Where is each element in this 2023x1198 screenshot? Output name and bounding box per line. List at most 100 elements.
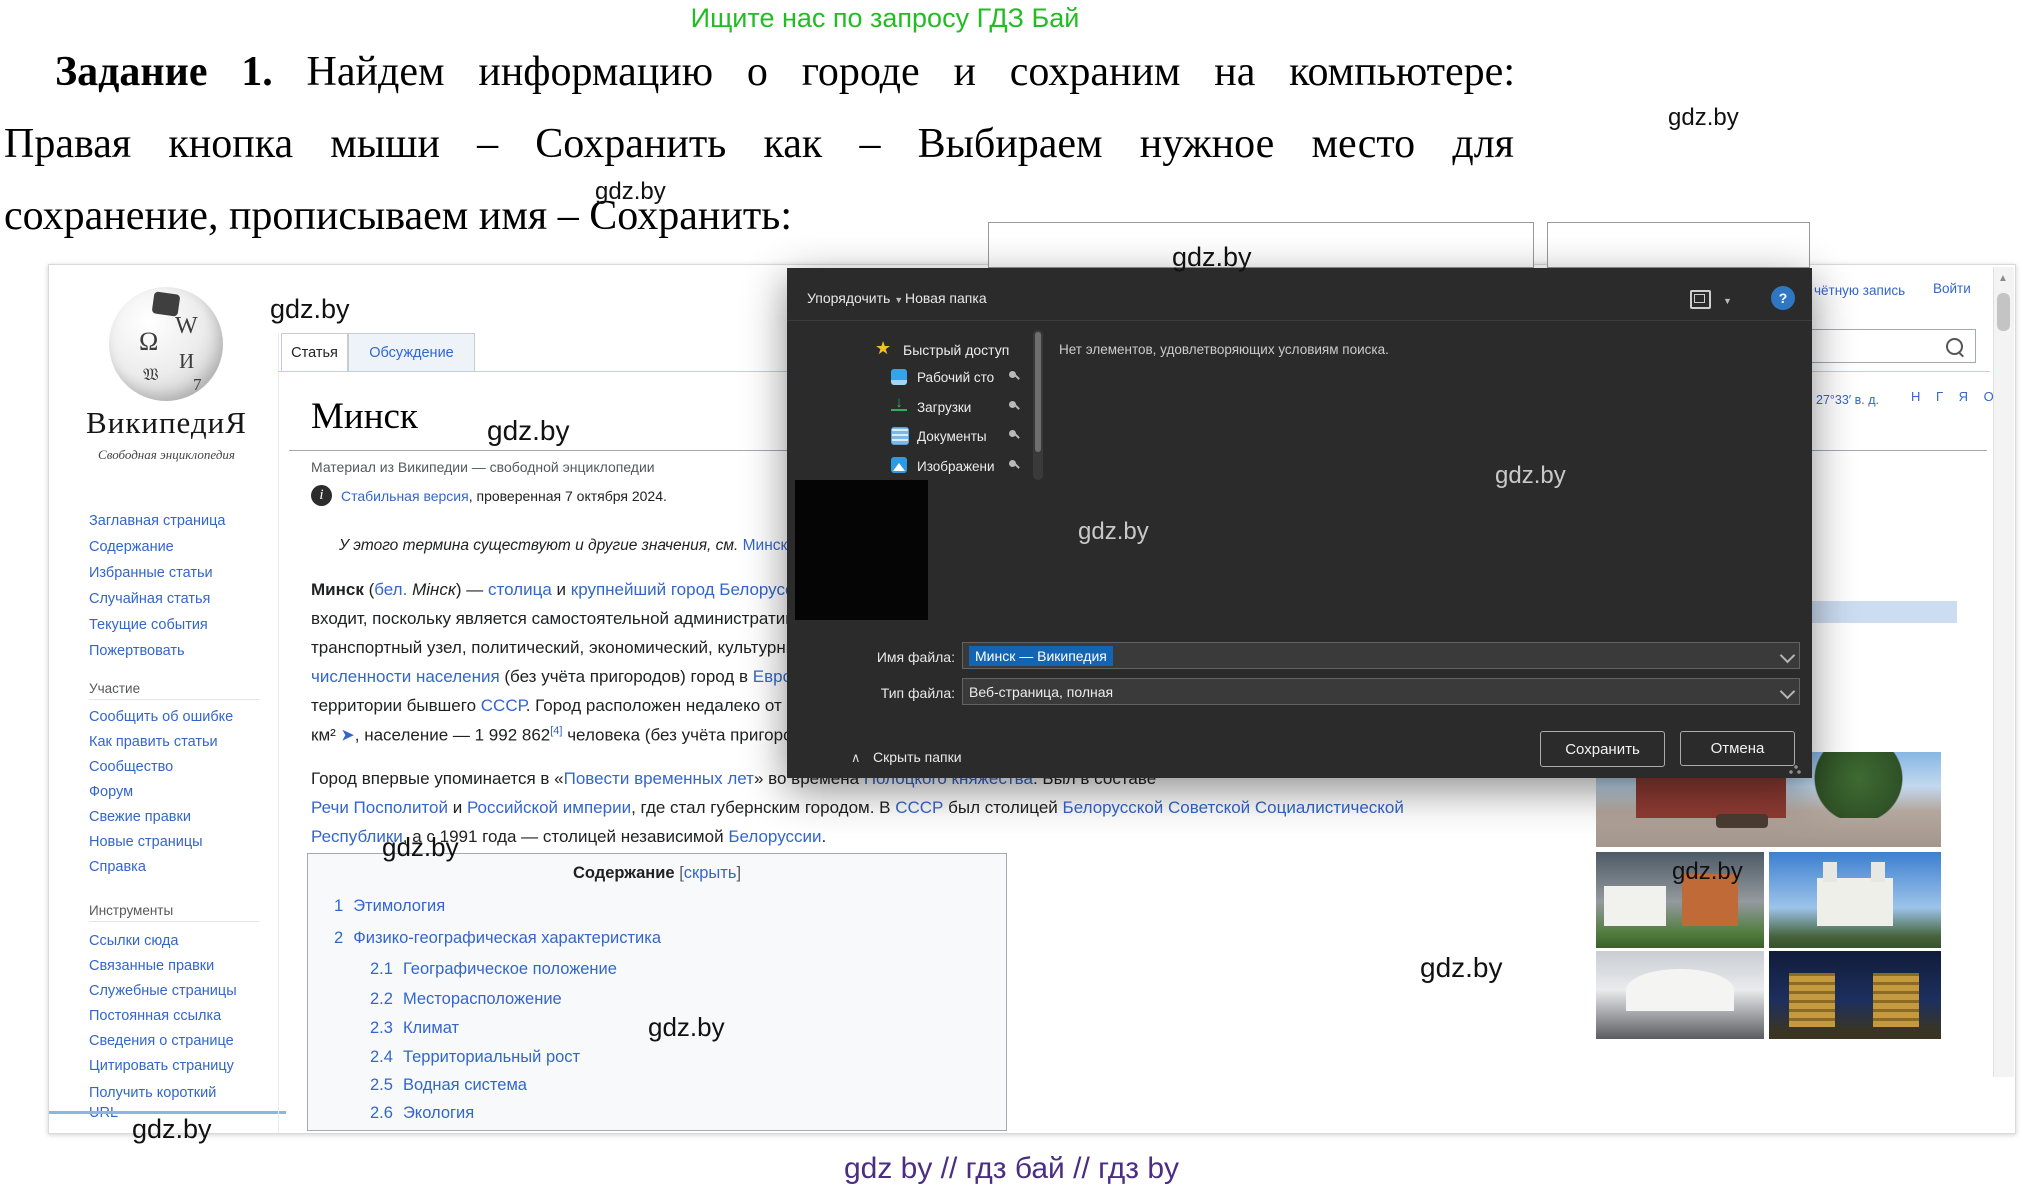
sidebar-link-cite-page[interactable]: Цитировать страницу [89, 1058, 234, 1074]
filename-selected-text: Минск — Википедия [969, 646, 1113, 666]
stable-version-note[interactable]: Стабильная версия, проверенная 7 октября… [341, 488, 667, 504]
wikipedia-globe-logo[interactable]: Ω W И 7 𝔚 [109, 287, 223, 401]
toc-num: 1 [334, 897, 343, 915]
photo-church-body [1817, 878, 1893, 926]
task-label: Задание 1. [55, 49, 273, 95]
tab-talk-label: Обсуждение [369, 345, 453, 361]
nav-item-documents[interactable]: Документы [917, 429, 987, 444]
task-line-1: Задание 1. Найдем информацию о городе и … [55, 48, 1515, 96]
pin-icon [1009, 460, 1016, 467]
dialog-search-field[interactable] [1547, 222, 1810, 268]
sidebar-link-special-pages[interactable]: Служебные страницы [89, 983, 237, 999]
organize-menu[interactable]: Упорядочить ▼ [807, 290, 903, 306]
toc-item[interactable]: 2.6Экология [370, 1104, 474, 1123]
tab-talk[interactable]: Обсуждение [348, 333, 475, 372]
toc-item[interactable]: 2Физико-географическая характеристика [334, 929, 661, 948]
watermark: gdz.by [595, 178, 666, 206]
sidebar-link-new-pages[interactable]: Новые страницы [89, 834, 203, 850]
nav-item-downloads[interactable]: Загрузки [917, 400, 971, 415]
sidebar-link-page-info[interactable]: Сведения о странице [89, 1033, 234, 1049]
photo-tower [1823, 862, 1837, 882]
chevron-up-icon[interactable]: ∧ [851, 750, 861, 766]
photo-city-gates-night [1769, 951, 1941, 1039]
toc-num: 2.2 [370, 990, 393, 1008]
tab-article[interactable]: Статья [281, 333, 348, 372]
sidebar-link-how-to-edit[interactable]: Как править статьи [89, 734, 218, 750]
task-line-1-rest: Найдем информацию о городе и сохраним на… [273, 49, 1515, 95]
toc-item[interactable]: 2.2 Месторасположение [370, 990, 562, 1009]
toc-bracket: ] [736, 864, 741, 882]
page-scrollbar[interactable]: ▲ [1993, 267, 2014, 1077]
documents-icon [891, 427, 909, 445]
toolbar-divider [787, 320, 1812, 321]
article-subtitle: Материал из Википедии — свободной энцикл… [311, 459, 655, 475]
globe-glyph-omega: Ω [139, 327, 158, 357]
toc-item[interactable]: 2.1Географическое положение [370, 960, 617, 979]
pin-icon [1009, 430, 1016, 437]
toc-item[interactable]: 2.5Водная система [370, 1076, 527, 1095]
filetype-select[interactable]: Веб-страница, полная [962, 678, 1800, 705]
sidebar-link-community[interactable]: Сообщество [89, 759, 173, 775]
link-create-account[interactable]: чётную запись [1814, 283, 1905, 298]
toc-label: Водная система [403, 1076, 527, 1094]
pin-icon [1009, 371, 1016, 378]
article-title: Минск [311, 395, 418, 438]
search-icon[interactable] [1946, 338, 1963, 355]
scrollbar-up-arrow-icon[interactable]: ▲ [1998, 273, 2008, 284]
toc-item[interactable]: 2.3Климат [370, 1019, 459, 1038]
filetype-label: Тип файла: [847, 685, 955, 701]
nav-item-desktop[interactable]: Рабочий сто [917, 370, 994, 385]
page: Ищите нас по запросу ГДЗ Бай Задание 1. … [0, 0, 2023, 1198]
new-folder-button[interactable]: Новая папка [905, 290, 987, 306]
geo-coordinates[interactable]: 27°33′ в. д. [1816, 393, 1879, 407]
toc-num: 2.3 [370, 1019, 393, 1037]
nav-item-pictures[interactable]: Изображени [917, 459, 995, 474]
view-mode-icon[interactable] [1690, 290, 1711, 309]
info-icon[interactable]: i [311, 485, 332, 506]
sidebar-link-main-page[interactable]: Заглавная страница [89, 513, 225, 529]
view-caret-icon[interactable]: ▼ [1723, 296, 1732, 306]
quick-access-label[interactable]: Быстрый доступ [903, 342, 1009, 358]
scrollbar-thumb[interactable] [1997, 293, 2010, 331]
footer-branding: gdz by // гдз бай // гдз by [0, 1152, 2023, 1186]
toc-header: Содержание [скрыть] [308, 864, 1006, 883]
globe-puzzle-piece [152, 291, 181, 316]
toc-hide-link[interactable]: скрыть [684, 864, 737, 882]
sidebar-link-donate[interactable]: Пожертвовать [89, 643, 185, 659]
toc-item[interactable]: 2.4Территориальный рост [370, 1048, 580, 1067]
content-divider [278, 333, 279, 1133]
save-button-label: Сохранить [1565, 741, 1640, 758]
toc-label: Месторасположение [403, 990, 562, 1008]
help-icon[interactable]: ? [1771, 286, 1795, 310]
sidebar-link-current-events[interactable]: Текущие события [89, 617, 208, 633]
watermark: gdz.by [1172, 242, 1252, 273]
interwiki-letters[interactable]: Н Г Я О [1911, 389, 2000, 404]
sidebar-link-recent-changes[interactable]: Свежие правки [89, 809, 191, 825]
globe-glyph-i: И [179, 349, 194, 374]
toc-item[interactable]: 1Этимология [334, 897, 445, 916]
sidebar-link-related-changes[interactable]: Связанные правки [89, 958, 214, 974]
watermark: gdz.by [132, 1114, 212, 1145]
sidebar-link-what-links-here[interactable]: Ссылки сюда [89, 933, 178, 949]
link-login[interactable]: Войти [1933, 281, 1971, 296]
sidebar-link-forum[interactable]: Форум [89, 784, 133, 800]
sidebar-link-featured[interactable]: Избранные статьи [89, 565, 213, 581]
nav-scrollbar[interactable] [1033, 330, 1043, 480]
sidebar-link-report-error[interactable]: Сообщить об ошибке [89, 709, 233, 725]
sidebar-link-permanent-link[interactable]: Постоянная ссылка [89, 1008, 221, 1024]
sidebar-link-help[interactable]: Справка [89, 859, 146, 875]
photo-white-church [1769, 852, 1941, 948]
desktop-icon [891, 369, 907, 385]
organize-label: Упорядочить [807, 290, 890, 306]
filename-input[interactable]: Минск — Википедия [962, 642, 1800, 669]
save-button[interactable]: Сохранить [1540, 731, 1665, 767]
toc-num: 2 [334, 929, 343, 947]
globe-glyph-7: 7 [193, 375, 202, 395]
cancel-button[interactable]: Отмена [1680, 731, 1795, 766]
resize-grip[interactable] [1789, 762, 1801, 774]
filename-label: Имя файла: [847, 649, 955, 665]
dialog-address-bar[interactable] [988, 222, 1534, 268]
sidebar-link-contents[interactable]: Содержание [89, 539, 174, 555]
sidebar-link-random[interactable]: Случайная статья [89, 591, 210, 607]
hide-folders-button[interactable]: Скрыть папки [873, 749, 962, 765]
